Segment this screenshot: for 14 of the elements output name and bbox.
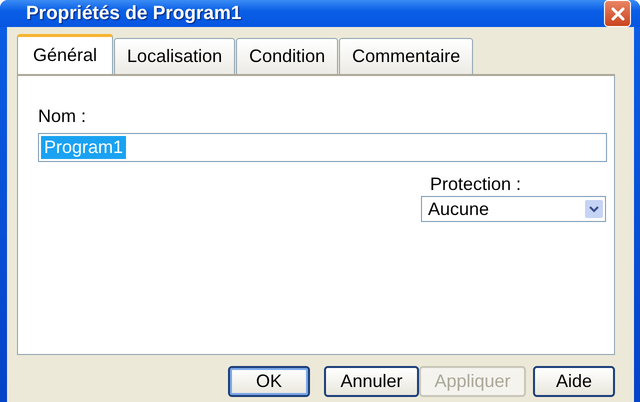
dialog-button[interactable]: OK [228, 366, 310, 396]
dialog-button[interactable]: Annuler [324, 366, 419, 396]
dialog-button[interactable]: Aide [533, 366, 615, 396]
tab[interactable]: Commentaire [339, 38, 474, 74]
protection-label: Protection : [430, 174, 522, 195]
tab[interactable]: Général [17, 34, 114, 74]
tab[interactable]: Condition [236, 38, 338, 74]
name-label: Nom : [38, 106, 86, 127]
window-title: Propriétés de Program1 [26, 2, 242, 24]
name-value: Program1 [41, 136, 126, 159]
protection-dropdown[interactable]: Aucune [421, 196, 606, 222]
close-icon [610, 6, 624, 20]
close-button[interactable] [604, 0, 631, 27]
tab[interactable]: Localisation [114, 38, 236, 74]
